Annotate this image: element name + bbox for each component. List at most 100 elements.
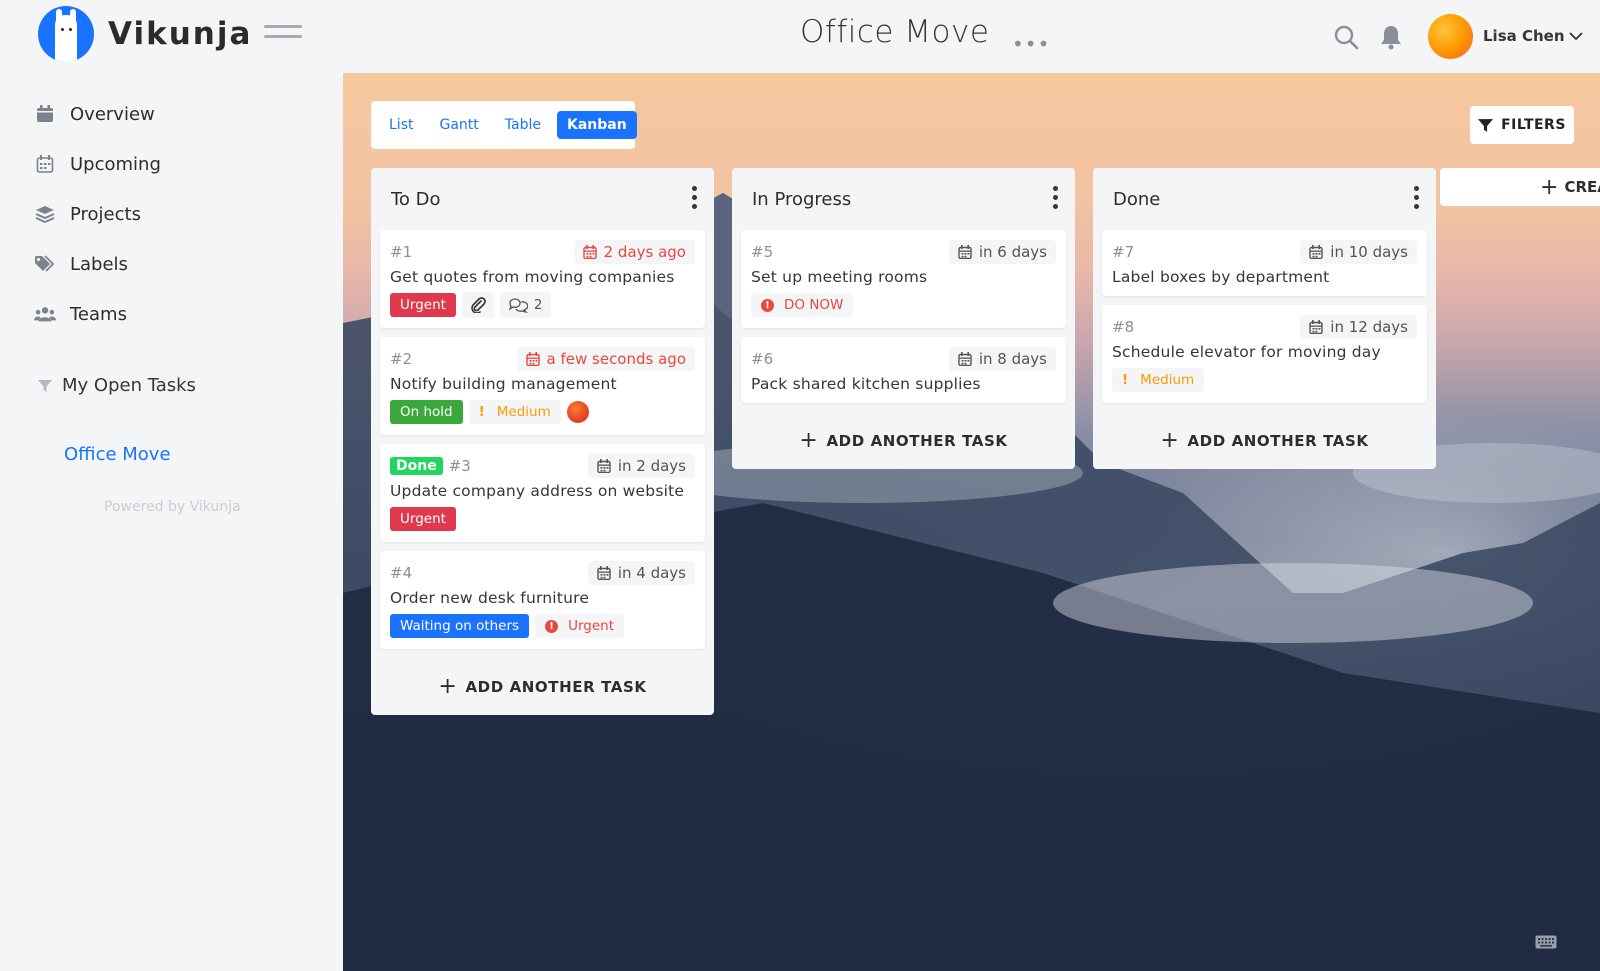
add-task-button[interactable]: + ADD ANOTHER TASK [371,658,714,715]
plus-icon: + [1160,428,1180,453]
task-title: Schedule elevator for moving day [1112,343,1381,361]
create-bucket-button[interactable]: + CREATE A NEW BUCKET [1440,168,1600,206]
add-task-label: ADD ANOTHER TASK [826,431,1008,450]
priority-text: Urgent [568,618,614,634]
due-date-badge: in 12 days [1300,315,1417,339]
sidebar-item-teams[interactable]: Teams [34,303,127,325]
bucket-menu-icon[interactable] [1412,186,1420,214]
user-avatar[interactable] [1428,14,1473,59]
calendar-icon [582,245,597,259]
exclamation-circle-icon: ! [761,298,774,312]
exclamation-icon: ! [478,404,485,420]
app-name: Vikunja [108,16,253,52]
sidebar-item-upcoming[interactable]: Upcoming [34,153,161,175]
sidebar-item-label: Overview [70,103,155,125]
calendar-icon [597,459,611,473]
priority-urgent-badge: ! Urgent [535,614,624,638]
task-id: #8 [1112,318,1135,336]
due-date-text: in 6 days [978,243,1047,261]
filters-label: FILTERS [1501,117,1566,133]
tab-list[interactable]: List [379,111,423,139]
saved-filter-my-open-tasks[interactable]: My Open Tasks [38,375,196,396]
tab-table[interactable]: Table [495,111,551,139]
task-id: #2 [390,350,413,368]
filter-icon [38,379,52,392]
due-date-text: a few seconds ago [546,350,686,368]
task-id: #1 [390,243,413,261]
task-card[interactable]: #5 in 6 days Set up meeting rooms ! DO N… [741,230,1066,328]
sidebar-item-label: Projects [70,203,141,225]
plus-icon: + [438,674,458,699]
comments-icon [508,298,528,313]
layers-icon [34,203,56,225]
powered-by-text: Powered by Vikunja [104,499,241,515]
tab-gantt[interactable]: Gantt [429,111,488,139]
comments-indicator: 2 [499,292,551,318]
due-date-badge: in 2 days [587,454,695,478]
task-title: Get quotes from moving companies [390,268,675,286]
sidebar: Overview Upcoming Projects Labels Teams … [0,73,343,971]
priority-do-now-badge: ! DO NOW [751,293,854,317]
vikunja-llama-logo-icon [38,6,94,62]
task-card[interactable]: #4 in 4 days Order new desk furniture Wa… [380,551,705,649]
due-date-badge: in 6 days [948,240,1056,264]
done-badge: Done [390,457,443,475]
sidebar-item-label: Upcoming [70,153,161,175]
label-on-hold: On hold [390,400,463,424]
chevron-down-icon[interactable] [1568,28,1584,44]
task-card[interactable]: #1 2 days ago Get quotes from moving com… [380,230,705,328]
task-card[interactable]: #6 in 8 days Pack shared kitchen supplie… [741,337,1066,403]
task-id: #4 [390,564,413,582]
task-id: #6 [751,350,774,368]
sidebar-item-projects[interactable]: Projects [34,203,141,225]
top-navbar: Vikunja Office Move ••• Lisa Chen [0,0,1600,73]
sidebar-item-labels[interactable]: Labels [34,253,128,275]
exclamation-circle-icon: ! [545,619,559,633]
sidebar-item-label: Labels [70,253,128,275]
due-date-badge: in 8 days [948,347,1056,371]
bucket-in-progress: In Progress #5 in 6 days Set up meeting … [732,168,1075,469]
task-card[interactable]: #8 in 12 days Schedule elevator for movi… [1102,305,1427,403]
bucket-done: Done #7 in 10 days Label boxes by depart… [1093,168,1436,469]
priority-text: Medium [496,404,551,420]
search-icon[interactable] [1333,24,1359,50]
due-date-text: in 8 days [978,350,1047,368]
due-date-text: in 12 days [1330,318,1408,336]
task-title: Order new desk furniture [390,589,590,607]
bucket-menu-icon[interactable] [1051,186,1059,214]
app-logo[interactable]: Vikunja [38,6,252,62]
task-card[interactable]: #7 in 10 days Label boxes by department [1102,230,1427,296]
create-bucket-label: CREATE A NEW BUCKET [1564,178,1600,196]
add-task-button[interactable]: + ADD ANOTHER TASK [1093,412,1436,469]
task-card[interactable]: #2 a few seconds ago Notify building man… [380,337,705,435]
plus-icon: + [799,428,819,453]
priority-medium-badge: ! Medium [1112,368,1205,392]
priority-text: DO NOW [784,297,844,313]
calendar-icon [958,245,972,259]
sidebar-project-office-move[interactable]: Office Move [64,444,171,465]
calendar-icon [597,566,611,580]
due-date-text: in 10 days [1330,243,1408,261]
bell-icon[interactable] [1380,24,1402,50]
sidebar-item-overview[interactable]: Overview [34,103,155,125]
priority-medium-badge: ! Medium [468,400,561,424]
bucket-to-do: To Do #1 2 days ago Get quotes from movi… [371,168,714,715]
calendar-icon [1309,320,1323,334]
tab-kanban[interactable]: Kanban [556,111,637,139]
add-task-label: ADD ANOTHER TASK [1187,431,1369,450]
due-date-badge: 2 days ago [573,240,695,264]
view-switcher: List Gantt Table Kanban [371,101,637,149]
task-card[interactable]: Done #3 in 2 days Update company address… [380,444,705,542]
comments-count: 2 [533,297,543,313]
user-name[interactable]: Lisa Chen [1483,27,1565,45]
add-task-button[interactable]: + ADD ANOTHER TASK [732,412,1075,469]
label-urgent: Urgent [390,507,456,531]
users-icon [34,303,56,325]
calendar-grid-icon [34,153,56,175]
more-options-icon[interactable]: ••• [1012,32,1050,56]
keyboard-shortcuts-icon[interactable] [1535,935,1557,949]
bucket-menu-icon[interactable] [690,186,698,214]
due-date-badge: a few seconds ago [516,347,695,371]
hamburger-menu-icon[interactable] [264,25,302,47]
filters-button[interactable]: FILTERS [1470,106,1574,144]
